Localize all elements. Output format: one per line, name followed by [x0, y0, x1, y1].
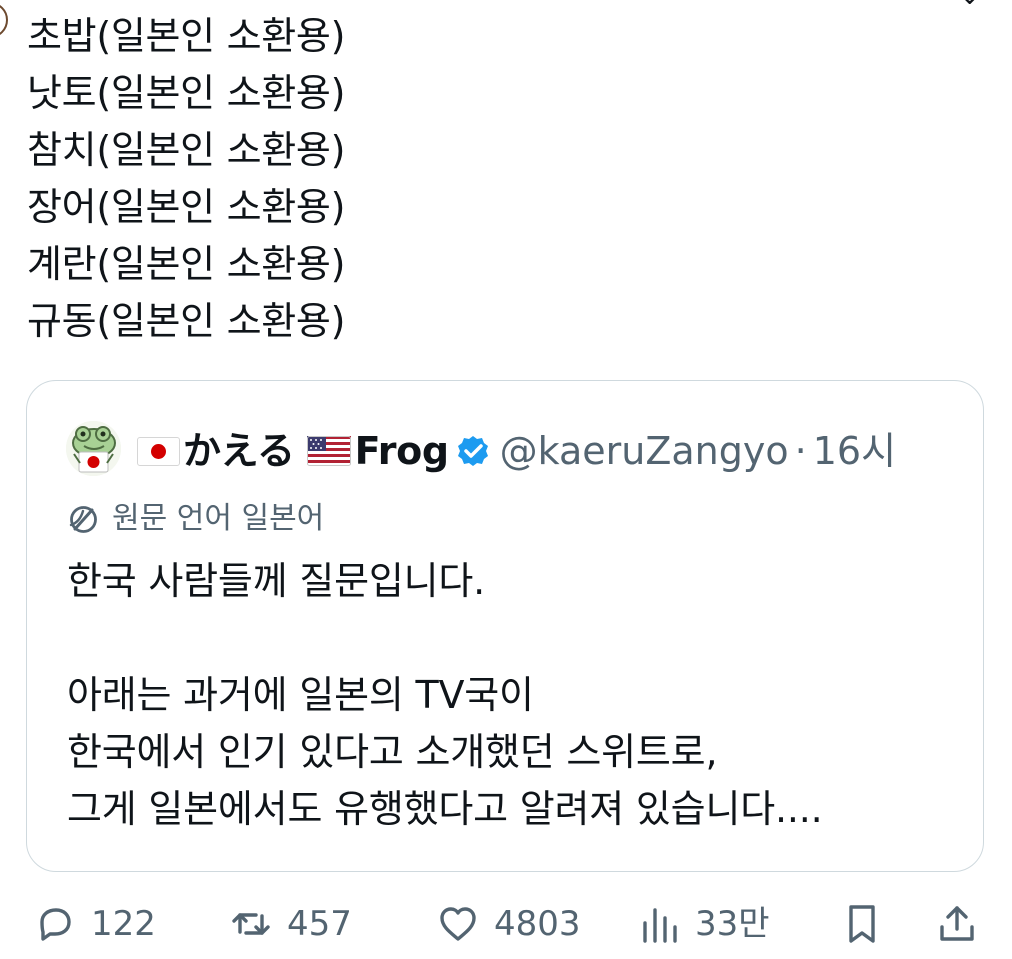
quoted-author-handle[interactable]: @kaeruZangyo [500, 424, 789, 478]
quoted-tweet-header: かえる Frog @kaeruZangyo · 16시 [137, 424, 896, 478]
verified-badge-icon [457, 436, 488, 466]
author-avatar-fragment[interactable] [0, 2, 8, 38]
reply-button[interactable]: 122 [33, 896, 156, 952]
heart-icon [440, 907, 476, 941]
tweet-action-bar: 122 457 4803 33만 [0, 896, 1012, 952]
share-icon [940, 906, 974, 941]
bookmark-icon [849, 905, 875, 943]
tweet-text: 초밥(일본인 소환용) 낫토(일본인 소환용) 참치(일본인 소환용) 장어(일… [27, 8, 547, 350]
like-count: 4803 [494, 904, 581, 944]
quoted-text-line: 그게 일본에서도 유행했다고 알려져 있습니다.... [67, 787, 823, 831]
us-flag-icon [306, 436, 351, 466]
quoted-text-blank-line [67, 610, 957, 667]
reply-icon [40, 908, 71, 941]
views-button[interactable]: 33만 [637, 896, 770, 952]
tweet-text-line: 초밥(일본인 소환용) [27, 14, 346, 58]
translation-icon [69, 505, 97, 533]
translation-note-text: 원문 언어 일본어 [112, 501, 325, 536]
quoted-text-line: 한국 사람들께 질문입니다. [67, 559, 485, 603]
quoted-text-line: 아래는 과거에 일본의 TV국이 [67, 673, 534, 717]
tweet-text-line: 계란(일본인 소환용) [27, 242, 346, 286]
tweet-text-line: 낫토(일본인 소환용) [27, 71, 346, 115]
like-button[interactable]: 4803 [436, 896, 581, 952]
japan-flag-icon [137, 436, 180, 466]
tweet-text-line: 장어(일본인 소환용) [27, 185, 346, 229]
retweet-button[interactable]: 457 [229, 896, 352, 952]
quoted-tweet-card[interactable]: かえる Frog @kaeruZangyo · 16시 원문 언어 일본어 한국… [26, 380, 984, 872]
frog-avatar-icon[interactable] [66, 421, 121, 476]
retweet-count: 457 [287, 904, 352, 944]
quoted-author-name[interactable]: かえる [183, 424, 295, 478]
quoted-author-name-suffix[interactable]: Frog [355, 424, 449, 478]
share-button[interactable] [935, 896, 979, 952]
views-count: 33만 [695, 904, 770, 944]
tweet-text-line: 참치(일본인 소환용) [27, 128, 346, 172]
bookmark-button[interactable] [840, 896, 884, 952]
reply-count: 122 [91, 904, 156, 944]
quoted-text-line: 한국에서 인기 있다고 소개했던 스위트로, [67, 730, 718, 774]
more-options-icon[interactable]: ⌄ [958, 0, 986, 4]
quoted-tweet-text: 한국 사람들께 질문입니다. 아래는 과거에 일본의 TV국이 한국에서 인기 … [67, 553, 957, 838]
translation-note[interactable]: 원문 언어 일본어 [67, 499, 324, 539]
retweet-icon [232, 913, 270, 935]
quoted-tweet-time[interactable]: 16시 [813, 424, 896, 478]
metadata-separator: · [794, 429, 807, 473]
tweet-text-line: 규동(일본인 소환용) [27, 299, 346, 343]
views-icon [643, 908, 677, 943]
